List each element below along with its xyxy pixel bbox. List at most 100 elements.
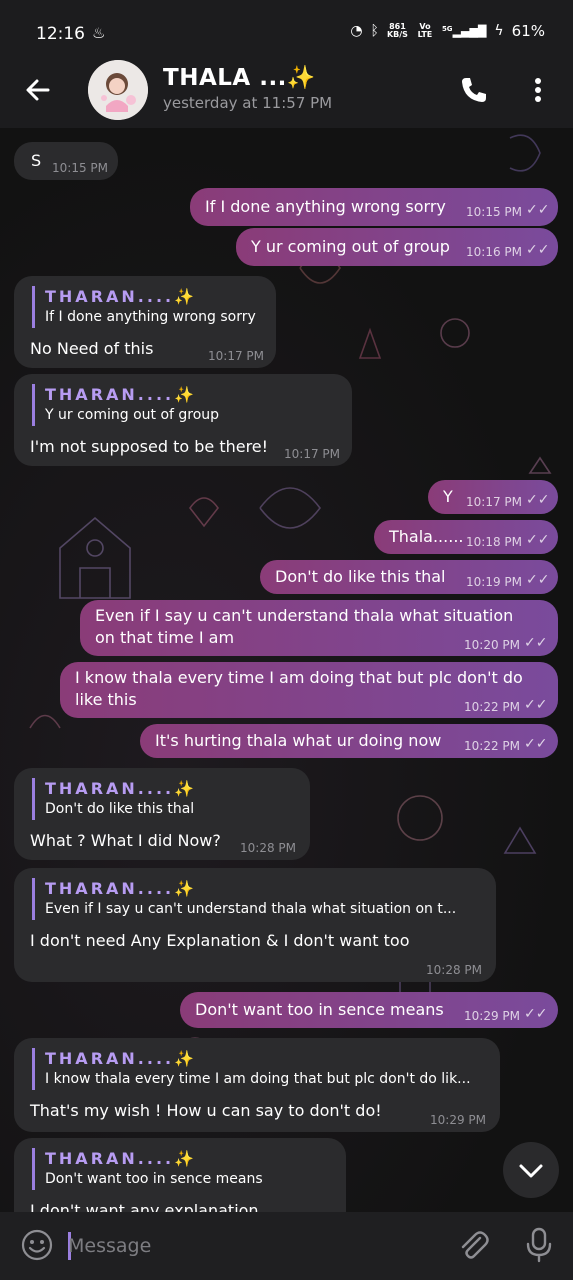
- quoted-text: Don't want too in sence means: [45, 1171, 263, 1187]
- more-options-icon[interactable]: [528, 74, 548, 106]
- avatar-illustration: [88, 60, 148, 120]
- status-time: 12:16: [36, 24, 85, 44]
- quoted-sender: THARAN....✨: [45, 779, 198, 798]
- message-outgoing[interactable]: Even if I say u can't understand thala w…: [80, 600, 558, 656]
- battery-level: 61%: [511, 22, 545, 40]
- message-time: 10:29 PM: [430, 1113, 486, 1127]
- read-check-icon: ✓✓: [526, 532, 550, 548]
- alarm-icon: ◔: [350, 23, 363, 39]
- back-arrow-icon[interactable]: [22, 74, 54, 106]
- message-incoming-reply[interactable]: THARAN....✨ Y ur coming out of group I'm…: [14, 374, 352, 466]
- message-incoming-reply[interactable]: THARAN....✨ Don't do like this thal What…: [14, 768, 310, 860]
- message-outgoing[interactable]: If I done anything wrong sorry 10:15 PM …: [190, 188, 558, 226]
- message-outgoing[interactable]: Y 10:17 PM ✓✓: [428, 480, 558, 514]
- message-incoming-reply[interactable]: THARAN....✨ Don't want too in sence mean…: [14, 1138, 346, 1212]
- read-check-icon: ✓✓: [524, 1006, 548, 1022]
- paperclip-icon[interactable]: [456, 1228, 490, 1262]
- message-time: 10:20 PM: [464, 638, 520, 652]
- phone-icon[interactable]: [458, 74, 490, 106]
- emoji-icon[interactable]: [20, 1228, 54, 1262]
- net-speed-unit: KB/S: [386, 30, 408, 39]
- volte-indicator: Vo LTE: [417, 22, 433, 39]
- last-seen: yesterday at 11:57 PM: [163, 94, 333, 112]
- message-time: 10:29 PM: [464, 1009, 520, 1023]
- message-time: 10:28 PM: [426, 963, 482, 977]
- message-text-line2: like this: [75, 690, 137, 709]
- quoted-sender: THARAN....✨: [45, 385, 198, 404]
- message-incoming-reply[interactable]: THARAN....✨ Even if I say u can't unders…: [14, 868, 496, 982]
- message-time: 10:22 PM: [464, 739, 520, 753]
- quoted-text: Even if I say u can't understand thala w…: [45, 901, 457, 917]
- chat-header: THALA ...✨ yesterday at 11:57 PM: [0, 56, 573, 128]
- quoted-sender: THARAN....✨: [45, 879, 198, 898]
- quoted-sender: THARAN....✨: [45, 1149, 198, 1168]
- message-text: Y: [443, 487, 453, 506]
- message-text: It's hurting thala what ur doing now: [155, 731, 442, 750]
- message-outgoing[interactable]: Don't do like this thal 10:19 PM ✓✓: [260, 560, 558, 594]
- net-speed: 861 KB/S: [387, 23, 408, 39]
- notification-icon: ♨: [92, 24, 106, 42]
- message-outgoing[interactable]: I know thala every time I am doing that …: [60, 662, 558, 718]
- message-outgoing[interactable]: Don't want too in sence means 10:29 PM ✓…: [180, 992, 558, 1028]
- message-time: 10:15 PM: [52, 161, 108, 175]
- message-text: What ? What I did Now?: [30, 831, 221, 850]
- quoted-sender: THARAN....✨: [45, 1049, 198, 1068]
- status-icons: ◔ ᛒ 861 KB/S Vo LTE 5G▂▄▆█ ϟ 61%: [350, 22, 545, 40]
- message-text: No Need of this: [30, 339, 154, 358]
- read-check-icon: ✓✓: [524, 635, 548, 651]
- quoted-text: If I done anything wrong sorry: [45, 309, 256, 325]
- message-outgoing[interactable]: Y ur coming out of group 10:16 PM ✓✓: [236, 228, 558, 266]
- read-check-icon: ✓✓: [526, 492, 550, 508]
- message-incoming[interactable]: S 10:15 PM: [14, 142, 118, 180]
- message-time: 10:17 PM: [466, 495, 522, 509]
- quoted-message[interactable]: THARAN....✨ Even if I say u can't unders…: [32, 878, 478, 920]
- chat-area[interactable]: S 10:15 PM If I done anything wrong sorr…: [0, 128, 573, 1212]
- message-text: I don't need Any Explanation & I don't w…: [30, 931, 410, 950]
- signal-icon: 5G▂▄▆█: [441, 24, 487, 38]
- message-outgoing[interactable]: Thala...... 10:18 PM ✓✓: [374, 520, 558, 554]
- message-input[interactable]: [68, 1230, 428, 1262]
- signal-label: 5G: [441, 24, 453, 33]
- read-check-icon: ✓✓: [524, 736, 548, 752]
- chat-title[interactable]: THALA ...✨: [163, 64, 316, 91]
- quoted-message[interactable]: THARAN....✨ If I done anything wrong sor…: [32, 286, 262, 328]
- message-time: 10:19 PM: [466, 575, 522, 589]
- message-outgoing[interactable]: It's hurting thala what ur doing now 10:…: [140, 724, 558, 758]
- message-text: That's my wish ! How u can say to don't …: [30, 1101, 382, 1120]
- bluetooth-icon: ᛒ: [370, 23, 379, 39]
- chevron-down-icon: [519, 1164, 543, 1178]
- message-text: S: [31, 151, 42, 170]
- message-text-line1: Even if I say u can't understand thala w…: [95, 606, 514, 625]
- charging-icon: ϟ: [494, 23, 504, 39]
- quoted-text: Y ur coming out of group: [45, 407, 220, 423]
- read-check-icon: ✓✓: [526, 202, 550, 218]
- message-text-line2: on that time I am: [95, 628, 235, 647]
- message-time: 10:16 PM: [466, 245, 522, 259]
- message-time: 10:22 PM: [464, 700, 520, 714]
- message-time: 10:18 PM: [466, 535, 522, 549]
- message-text: I'm not supposed to be there!: [30, 437, 269, 456]
- quoted-text: I know thala every time I am doing that …: [45, 1071, 471, 1087]
- read-check-icon: ✓✓: [526, 572, 550, 588]
- quoted-message[interactable]: THARAN....✨ Don't want too in sence mean…: [32, 1148, 332, 1190]
- message-text: Thala......: [389, 527, 464, 546]
- message-time: 10:17 PM: [284, 447, 340, 461]
- message-incoming-reply[interactable]: THARAN....✨ I know thala every time I am…: [14, 1038, 500, 1132]
- message-text: I don't want any explanation: [30, 1201, 259, 1212]
- status-bar: 12:16 ♨ ◔ ᛒ 861 KB/S Vo LTE 5G▂▄▆█ ϟ 61%: [0, 0, 573, 56]
- message-incoming-reply[interactable]: THARAN....✨ If I done anything wrong sor…: [14, 276, 276, 368]
- message-text: If I done anything wrong sorry: [205, 197, 446, 216]
- message-time: 10:28 PM: [240, 841, 296, 855]
- quoted-message[interactable]: THARAN....✨ Y ur coming out of group: [32, 384, 332, 426]
- message-text: Don't want too in sence means: [195, 1000, 444, 1019]
- message-time: 10:15 PM: [466, 205, 522, 219]
- scroll-to-bottom-button[interactable]: [503, 1142, 559, 1198]
- message-text: Don't do like this thal: [275, 567, 446, 586]
- quoted-message[interactable]: THARAN....✨ I know thala every time I am…: [32, 1048, 488, 1090]
- quoted-text: Don't do like this thal: [45, 801, 195, 817]
- avatar[interactable]: [88, 60, 148, 120]
- read-check-icon: ✓✓: [526, 242, 550, 258]
- read-check-icon: ✓✓: [524, 697, 548, 713]
- quoted-message[interactable]: THARAN....✨ Don't do like this thal: [32, 778, 292, 820]
- microphone-icon[interactable]: [524, 1226, 554, 1264]
